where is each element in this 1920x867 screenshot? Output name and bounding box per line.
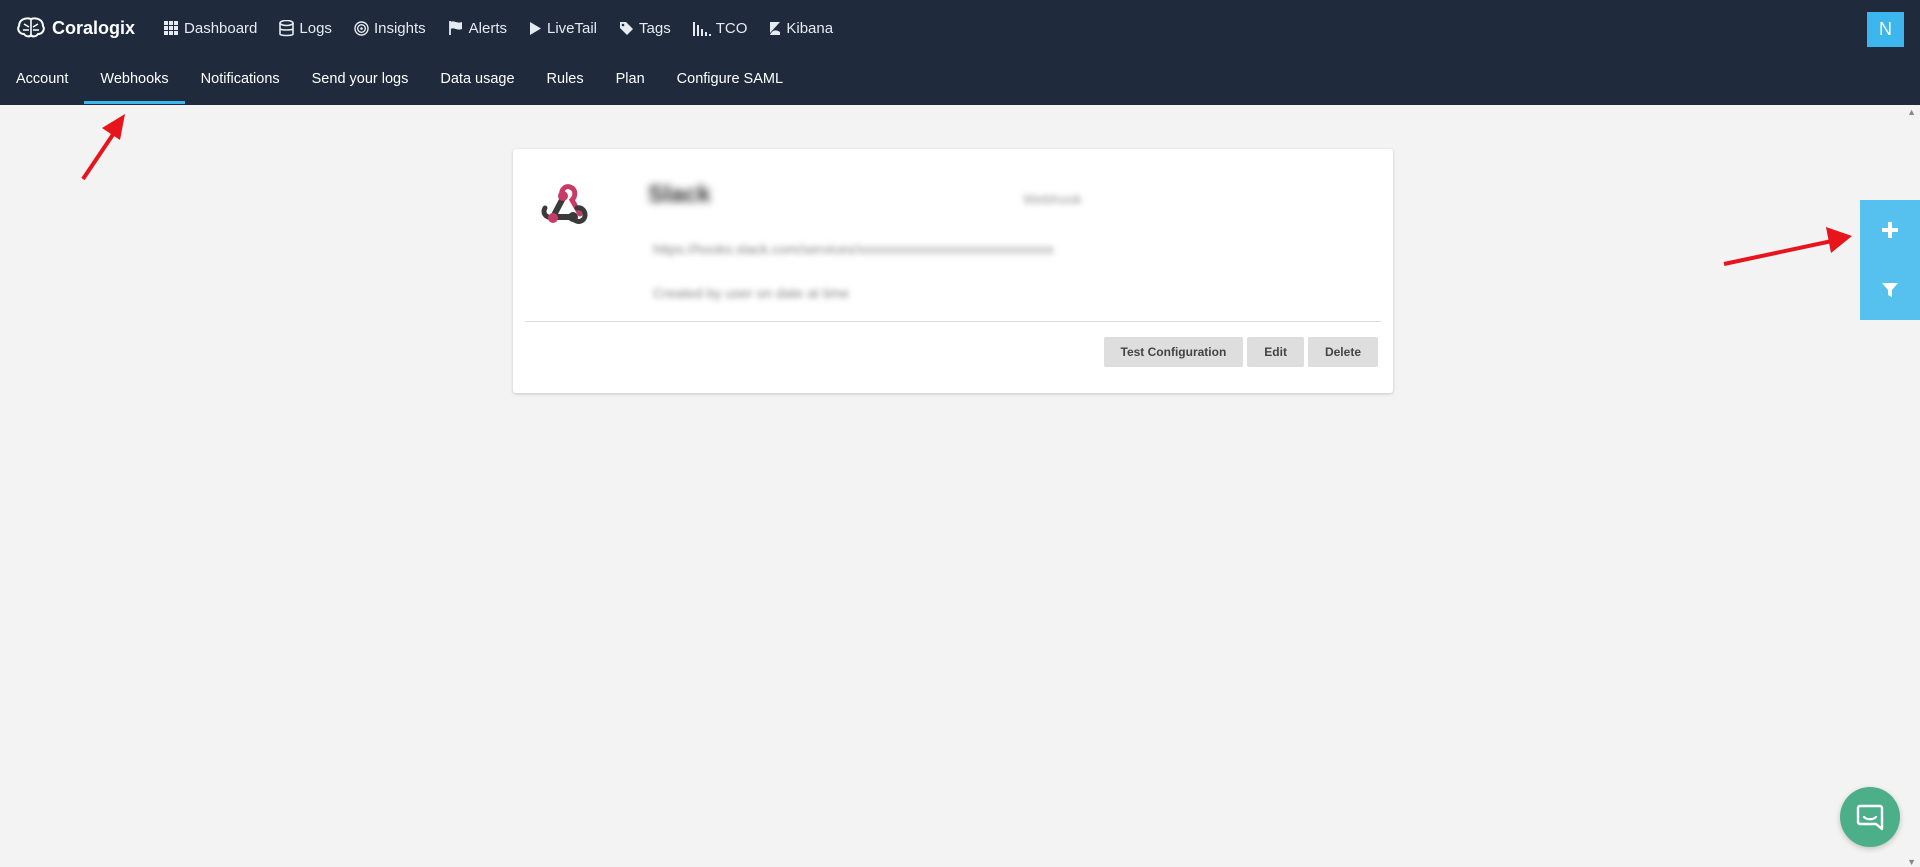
chat-launcher-button[interactable] bbox=[1840, 787, 1900, 847]
play-icon bbox=[529, 21, 541, 35]
tag-icon bbox=[620, 21, 634, 35]
bars-icon bbox=[692, 21, 711, 36]
annotation-arrow-add bbox=[1723, 227, 1852, 266]
nav-tco[interactable]: TCO bbox=[692, 19, 748, 37]
nav-dashboard[interactable]: Dashboard bbox=[163, 20, 257, 37]
grid-icon bbox=[164, 21, 179, 35]
nav-insights[interactable]: Insights bbox=[354, 20, 426, 37]
webhook-icon bbox=[541, 184, 588, 224]
webhook-type: Webhook bbox=[1023, 191, 1082, 207]
nav-logs[interactable]: Logs bbox=[279, 19, 332, 37]
test-configuration-button[interactable]: Test Configuration bbox=[1103, 337, 1244, 367]
webhook-details: Created by user on date at time bbox=[653, 285, 850, 301]
nav-tags[interactable]: Tags bbox=[619, 20, 671, 37]
scroll-down-arrow[interactable]: ▼ bbox=[1907, 857, 1916, 867]
database-icon bbox=[279, 19, 295, 36]
card-actions: Test Configuration Edit Delete bbox=[1100, 337, 1378, 367]
webhook-name: Slack bbox=[648, 181, 711, 208]
webhook-card: Slack Webhook https://hooks.slack.com/se… bbox=[513, 149, 1393, 393]
add-webhook-button[interactable] bbox=[1860, 200, 1920, 260]
card-divider bbox=[525, 321, 1381, 322]
filter-icon bbox=[1882, 283, 1898, 297]
subnav-label: Account bbox=[16, 71, 69, 87]
brand-logo[interactable]: Coralogix bbox=[16, 16, 135, 40]
nav-label: TCO bbox=[715, 19, 748, 37]
chat-icon bbox=[1856, 804, 1884, 831]
floating-action-bar bbox=[1860, 200, 1920, 320]
subnav-send-your-logs[interactable]: Send your logs bbox=[296, 68, 425, 105]
subnav-configure-saml[interactable]: Configure SAML bbox=[661, 68, 799, 105]
scroll-up-arrow[interactable]: ▲ bbox=[1907, 107, 1916, 117]
user-avatar[interactable]: N bbox=[1867, 12, 1904, 47]
nav-kibana[interactable]: Kibana bbox=[769, 20, 833, 37]
subnav-plan[interactable]: Plan bbox=[600, 68, 661, 105]
nav-label: Logs bbox=[299, 19, 332, 37]
subnav-rules[interactable]: Rules bbox=[531, 68, 600, 105]
filter-button[interactable] bbox=[1860, 260, 1920, 320]
annotation-arrow-webhooks bbox=[81, 114, 125, 181]
nav-label: LiveTail bbox=[546, 19, 598, 37]
nav-label: Alerts bbox=[468, 19, 507, 37]
nav-label: Insights bbox=[373, 19, 426, 37]
nav-label: Tags bbox=[639, 19, 671, 37]
user-initial: N bbox=[1879, 19, 1892, 39]
annotation-arrows bbox=[81, 114, 1852, 266]
subnav-account[interactable]: Account bbox=[0, 68, 84, 105]
brain-logo-icon bbox=[17, 17, 45, 38]
subnav-notifications[interactable]: Notifications bbox=[185, 68, 296, 105]
subnav-label: Data usage bbox=[440, 71, 515, 87]
subnav-label: Plan bbox=[615, 71, 645, 87]
settings-subnav: Account Webhooks Notifications Send your… bbox=[0, 68, 799, 105]
main-nav: Coralogix Dashboard Logs Insights Alerts… bbox=[16, 13, 855, 43]
top-header: Coralogix Dashboard Logs Insights Alerts… bbox=[0, 0, 1920, 105]
brand-name: Coralogix bbox=[52, 17, 136, 38]
subnav-webhooks[interactable]: Webhooks bbox=[84, 68, 185, 105]
edit-button[interactable]: Edit bbox=[1247, 337, 1304, 367]
subnav-label: Configure SAML bbox=[676, 71, 784, 87]
nav-label: Kibana bbox=[786, 19, 834, 37]
target-icon bbox=[354, 20, 369, 36]
delete-button[interactable]: Delete bbox=[1307, 337, 1378, 367]
subnav-label: Notifications bbox=[200, 71, 280, 87]
subnav-label: Rules bbox=[546, 71, 584, 87]
plus-icon bbox=[1882, 222, 1898, 238]
webhook-url: https://hooks.slack.com/services/xxxxxxx… bbox=[653, 241, 1054, 257]
subnav-label: Send your logs bbox=[311, 71, 409, 87]
flag-icon bbox=[448, 21, 462, 35]
nav-alerts[interactable]: Alerts bbox=[448, 20, 507, 37]
subnav-data-usage[interactable]: Data usage bbox=[424, 68, 530, 105]
nav-label: Dashboard bbox=[184, 19, 258, 37]
kibana-icon bbox=[770, 21, 781, 35]
nav-livetail[interactable]: LiveTail bbox=[529, 20, 597, 37]
subnav-label: Webhooks bbox=[100, 71, 169, 87]
